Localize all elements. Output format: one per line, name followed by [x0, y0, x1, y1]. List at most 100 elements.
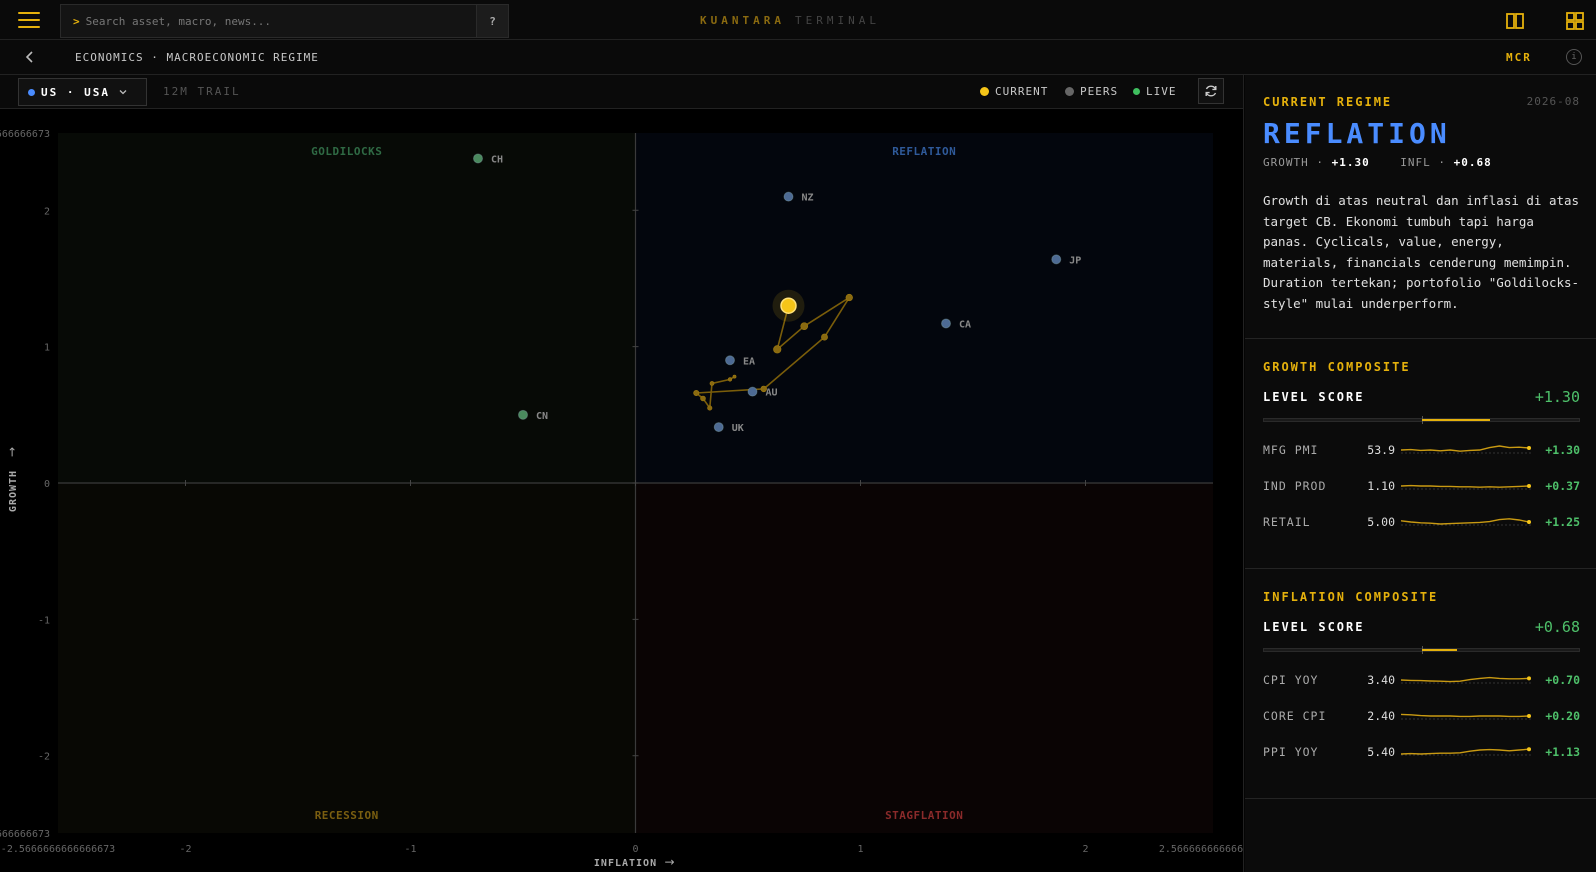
infl-metric-label: INFL · — [1400, 156, 1446, 169]
chart-controls: US · USA 12M TRAIL CURRENT PEERS LIVE — [0, 75, 1244, 109]
sparkline-endpoint — [1527, 714, 1531, 718]
indicator-row[interactable]: CORE CPI 2.40 +0.20 — [1263, 698, 1580, 734]
quadrant-label-stagflation: STAGFLATION — [885, 809, 963, 822]
growth-level-label: LEVEL SCORE — [1263, 390, 1365, 404]
y-edge-label-min: -2.5666666666666673 — [0, 829, 50, 840]
y-edge-label-max: 2.5666666666666673 — [0, 129, 50, 140]
legend-peers-label: PEERS — [1080, 85, 1119, 98]
peer-point-jp — [1051, 254, 1062, 265]
brand-secondary: TERMINAL — [794, 14, 880, 27]
peer-label-ea: EA — [743, 356, 755, 367]
legend-current-dot — [980, 87, 989, 96]
country-label: US · USA — [41, 85, 110, 99]
x-tick-label: 1 — [857, 844, 863, 855]
inflation-level-label: LEVEL SCORE — [1263, 620, 1365, 634]
legend-peers-dot — [1065, 87, 1074, 96]
indicator-row[interactable]: MFG PMI 53.9 +1.30 — [1263, 432, 1580, 468]
x-edge-label-max: 2.5666666666666666 — [1159, 844, 1244, 855]
trail-point — [700, 395, 706, 402]
y-tick-label: -1 — [38, 615, 50, 626]
peer-label-nz: NZ — [802, 193, 814, 204]
growth-score-bar — [1263, 416, 1580, 424]
indicator-name: CORE CPI — [1263, 709, 1327, 723]
peer-point-cn — [518, 409, 528, 420]
sparkline-endpoint — [1527, 747, 1531, 752]
peer-label-cn: CN — [536, 411, 548, 422]
quadrant-label-recession: RECESSION — [315, 809, 379, 822]
legend-live-label: LIVE — [1146, 85, 1177, 98]
growth-composite-title: GROWTH COMPOSITE — [1263, 360, 1411, 374]
country-dot — [28, 88, 35, 96]
quadrant-recession — [58, 483, 636, 833]
inflation-level-row: LEVEL SCORE +0.68 — [1263, 618, 1580, 636]
current-point — [780, 297, 797, 314]
trail-point — [693, 390, 700, 396]
help-button[interactable]: ? — [476, 4, 509, 38]
inflation-composite-section: INFLATION COMPOSITE LEVEL SCORE +0.68 CP… — [1245, 569, 1596, 799]
regime-panel: CURRENT REGIME 2026-08 REFLATION GROWTH … — [1245, 75, 1596, 872]
y-axis-arrow-icon: → — [5, 447, 19, 457]
menu-icon[interactable] — [14, 8, 44, 32]
growth-composite-section: GROWTH COMPOSITE LEVEL SCORE +1.30 MFG P… — [1245, 339, 1596, 569]
indicator-delta: +1.30 — [1545, 443, 1580, 457]
refresh-button[interactable] — [1198, 78, 1224, 104]
indicator-delta: +0.20 — [1545, 709, 1580, 723]
search-bar[interactable]: > — [60, 4, 509, 38]
inflation-indicator-list: CPI YOY 3.40 +0.70 CORE CPI 2.40 +0.20 PPI YOY… — [1263, 662, 1580, 770]
sparkline-path — [1401, 676, 1530, 683]
y-axis-label: GROWTH — [8, 470, 19, 512]
peer-label-uk: UK — [732, 423, 744, 434]
indicator-row[interactable]: IND PROD 1.10 +0.37 — [1263, 468, 1580, 504]
peer-point-nz — [783, 191, 794, 202]
trail-point — [732, 374, 737, 379]
peer-point-au — [747, 386, 758, 397]
indicator-delta: +1.13 — [1545, 745, 1580, 759]
growth-score-fill — [1421, 419, 1490, 421]
trail-point — [773, 345, 782, 354]
search-input[interactable] — [85, 14, 466, 28]
back-icon[interactable] — [22, 49, 38, 65]
function-code: MCR — [1506, 51, 1532, 64]
growth-level-value: +1.30 — [1534, 388, 1580, 406]
refresh-icon — [1205, 85, 1217, 97]
x-tick-label: -1 — [404, 844, 416, 855]
indicator-sparkline — [1401, 747, 1531, 756]
info-icon[interactable]: i — [1566, 49, 1582, 65]
split-view-icon[interactable] — [1505, 11, 1525, 31]
indicator-name: MFG PMI — [1263, 443, 1319, 457]
x-tick-label: 2 — [1082, 844, 1088, 855]
search-prompt: > — [73, 14, 80, 28]
regime-description: Growth di atas neutral dan inflasi di at… — [1263, 193, 1580, 311]
sparkline-endpoint — [1527, 520, 1531, 524]
indicator-row[interactable]: RETAIL 5.00 +1.25 — [1263, 504, 1580, 540]
legend-live: LIVE — [1133, 85, 1177, 98]
chevron-down-icon — [119, 90, 127, 95]
sparkline-path — [1401, 445, 1530, 452]
peer-point-ca — [941, 318, 951, 329]
indicator-value: 3.40 — [1367, 673, 1395, 687]
indicator-row[interactable]: PPI YOY 5.40 +1.13 — [1263, 734, 1580, 770]
country-selector[interactable]: US · USA — [18, 78, 147, 106]
peer-label-au: AU — [766, 388, 778, 399]
sparkline-endpoint — [1527, 446, 1531, 450]
regime-date: 2026-08 — [1526, 95, 1580, 108]
x-axis-arrow-icon: → — [664, 855, 674, 869]
x-edge-label-min: -2.5666666666666673 — [1, 844, 115, 855]
regime-chart: GOLDILOCKS REFLATION RECESSION STAGFLATION -… — [0, 109, 1244, 872]
legend-current-label: CURRENT — [995, 85, 1049, 98]
regime-scatter-plot[interactable]: GOLDILOCKS REFLATION RECESSION STAGFLATION -… — [0, 109, 1244, 872]
indicator-row[interactable]: CPI YOY 3.40 +0.70 — [1263, 662, 1580, 698]
quadrant-label-reflation: REFLATION — [892, 145, 956, 158]
infl-metric-value: +0.68 — [1453, 156, 1492, 169]
growth-level-row: LEVEL SCORE +1.30 — [1263, 388, 1580, 406]
trail-point — [709, 381, 715, 386]
indicator-name: CPI YOY — [1263, 673, 1319, 687]
indicator-delta: +0.37 — [1545, 479, 1580, 493]
indicator-sparkline — [1401, 484, 1531, 490]
y-tick-label: 0 — [44, 479, 50, 490]
x-axis-label: INFLATION — [594, 858, 657, 869]
indicator-sparkline — [1401, 518, 1531, 526]
grid-view-icon[interactable] — [1565, 11, 1585, 31]
y-tick-label: 2 — [44, 206, 50, 217]
inflation-score-fill — [1421, 649, 1458, 651]
